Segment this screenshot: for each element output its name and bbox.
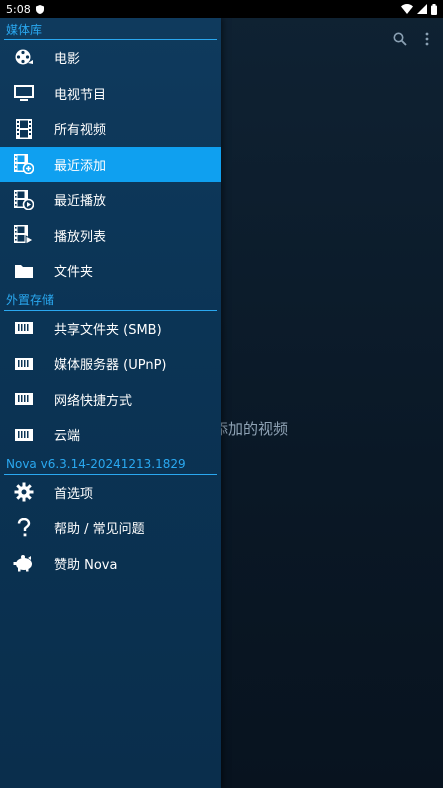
nav-item-label: 帮助 / 常见问题 xyxy=(54,522,145,538)
shield-icon xyxy=(35,4,44,14)
section-header-version: Nova v6.3.14-20241213.1829 xyxy=(0,453,221,475)
gear-icon xyxy=(12,480,36,504)
nav-item-label: 最近播放 xyxy=(54,194,107,210)
nav-item-preferences[interactable]: 首选项 xyxy=(0,475,221,511)
nav-item-folders[interactable]: 文件夹 xyxy=(0,253,221,289)
nav-item-label: 共享文件夹 (SMB) xyxy=(54,322,162,338)
nav-item-label: 云端 xyxy=(54,429,81,445)
nav-item-label: 所有视频 xyxy=(54,123,107,139)
nav-item-movies[interactable]: 电影 xyxy=(0,40,221,76)
filmstrip-play-icon xyxy=(12,188,36,212)
signal-icon xyxy=(417,4,427,14)
nav-item-donate[interactable]: 赞助 Nova xyxy=(0,546,221,582)
nav-item-label: 最近添加 xyxy=(54,158,107,174)
nav-item-label: 电影 xyxy=(54,52,81,68)
navigation-drawer: 媒体库 电影 电视节目 所有视频 最近添加 最近播放 播放列表 文件夹 外置存储… xyxy=(0,18,221,788)
nav-item-all-videos[interactable]: 所有视频 xyxy=(0,111,221,147)
nav-item-label: 首选项 xyxy=(54,486,94,502)
network-drive-icon xyxy=(12,352,36,376)
nav-item-label: 赞助 Nova xyxy=(54,557,118,573)
nav-item-label: 媒体服务器 (UPnP) xyxy=(54,358,167,374)
network-drive-icon xyxy=(12,316,36,340)
nav-item-label: 播放列表 xyxy=(54,229,107,245)
film-reel-icon xyxy=(12,46,36,70)
section-header-library: 媒体库 xyxy=(0,18,221,40)
section-header-external-storage: 外置存储 xyxy=(0,289,221,311)
folder-icon xyxy=(12,259,36,283)
toolbar xyxy=(393,32,429,46)
question-icon xyxy=(12,516,36,540)
network-drive-icon xyxy=(12,423,36,447)
nav-item-tv-shows[interactable]: 电视节目 xyxy=(0,76,221,112)
nav-item-smb[interactable]: 共享文件夹 (SMB) xyxy=(0,311,221,347)
nav-item-label: 文件夹 xyxy=(54,265,94,281)
nav-item-playlists[interactable]: 播放列表 xyxy=(0,218,221,254)
status-time: 5:08 xyxy=(6,2,31,16)
empty-state-text: 添加的视频 xyxy=(213,420,289,438)
search-icon[interactable] xyxy=(393,32,407,46)
nav-item-help[interactable]: 帮助 / 常见问题 xyxy=(0,510,221,546)
nav-item-label: 电视节目 xyxy=(54,87,107,103)
network-drive-icon xyxy=(12,387,36,411)
status-bar: 5:08 xyxy=(0,0,443,18)
tv-icon xyxy=(12,81,36,105)
nav-item-recently-added[interactable]: 最近添加 xyxy=(0,146,221,182)
piggy-bank-icon xyxy=(12,551,36,575)
filmstrip-icon xyxy=(12,117,36,141)
nav-item-cloud[interactable]: 云端 xyxy=(0,417,221,453)
nav-item-label: 网络快捷方式 xyxy=(54,393,133,409)
nav-item-network-shortcuts[interactable]: 网络快捷方式 xyxy=(0,382,221,418)
battery-icon xyxy=(431,3,437,15)
filmstrip-add-icon xyxy=(12,152,36,176)
wifi-icon xyxy=(401,4,413,14)
nav-item-upnp[interactable]: 媒体服务器 (UPnP) xyxy=(0,346,221,382)
more-options-icon[interactable] xyxy=(425,32,429,46)
nav-item-recently-played[interactable]: 最近播放 xyxy=(0,182,221,218)
filmstrip-playlist-icon xyxy=(12,223,36,247)
